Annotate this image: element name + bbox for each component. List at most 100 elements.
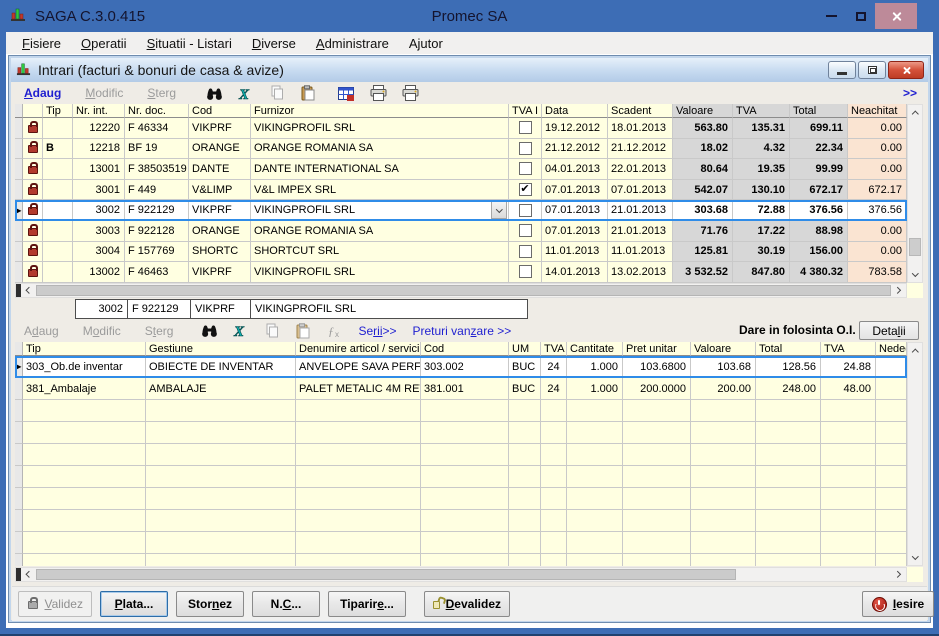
tiparire-button[interactable]: Tiparire... [328, 591, 406, 617]
menu-fisiere[interactable]: Fisiere [12, 34, 71, 53]
menu-operatii[interactable]: Operatii [71, 34, 137, 53]
scrollbar-thumb[interactable] [909, 238, 921, 256]
menu-diverse[interactable]: Diverse [242, 34, 306, 53]
column-header-cantitate[interactable]: Cantitate [567, 342, 623, 356]
record-furnizor[interactable]: VIKINGPROFIL SRL [250, 300, 527, 318]
add-invoice-link[interactable]: Adaug [24, 86, 61, 100]
scroll-left-button[interactable] [21, 568, 36, 581]
column-header-neded[interactable]: Neded [876, 342, 907, 356]
scroll-down-button[interactable] [908, 267, 922, 282]
more-options-link[interactable]: >> [903, 86, 917, 100]
intrari-restore-button[interactable] [858, 61, 886, 79]
stornez-button[interactable]: Stornez [176, 591, 244, 617]
table-row[interactable]: 381_AmbalajeAMBALAJEPALET METALIC 4M RET… [15, 378, 907, 400]
close-button[interactable] [875, 3, 917, 29]
column-header-tva[interactable]: TVA [733, 104, 790, 118]
column-header-cod[interactable]: Cod [189, 104, 251, 118]
tva-checkbox[interactable] [519, 224, 532, 237]
plata-button[interactable]: Plata... [100, 591, 168, 617]
intrari-minimize-button[interactable] [828, 61, 856, 79]
scrollbar-track[interactable] [36, 568, 891, 581]
nc-button[interactable]: N.C... [252, 591, 320, 617]
tva-checkbox[interactable] [519, 204, 532, 217]
column-header-nr_doc[interactable]: Nr. doc. [125, 104, 189, 118]
column-header-gestiune[interactable]: Gestiune [146, 342, 296, 356]
scroll-up-button[interactable] [908, 105, 922, 120]
table-row[interactable]: 13002F 46463VIKPRFVIKINGPROFIL SRL14.01.… [15, 262, 907, 283]
tva-checkbox[interactable]: ✔ [519, 183, 532, 196]
column-header-marker[interactable] [15, 104, 23, 118]
search-binoculars-icon[interactable] [206, 86, 223, 101]
tva-checkbox[interactable] [519, 162, 532, 175]
column-header-lock[interactable] [23, 104, 43, 118]
column-header-tip[interactable]: Tip [23, 342, 146, 356]
column-header-neachitat[interactable]: Neachitat [848, 104, 907, 118]
menu-administrare[interactable]: Administrare [306, 34, 399, 53]
column-header-tva_check[interactable]: TVA I [509, 104, 542, 118]
paste-icon[interactable] [295, 323, 311, 339]
column-header-marker[interactable] [15, 342, 23, 356]
devalidez-button[interactable]: Devalidez [424, 591, 510, 617]
lines-vertical-scrollbar[interactable] [907, 342, 923, 566]
scroll-up-button[interactable] [908, 343, 922, 358]
scroll-right-button[interactable] [891, 284, 906, 297]
table-row[interactable]: 3004F 157769SHORTCSHORTCUT SRL11.01.2013… [15, 242, 907, 263]
tva-checkbox[interactable] [519, 265, 532, 278]
validez-button[interactable]: Validez [18, 591, 92, 617]
delete-line-link[interactable]: Sterg [145, 324, 174, 338]
grid-columns-icon[interactable] [338, 86, 355, 101]
tva-checkbox[interactable] [519, 245, 532, 258]
table-row[interactable]: ▶303_Ob.de inventarOBIECTE DE INVENTARAN… [15, 356, 907, 378]
column-header-nr_int[interactable]: Nr. int. [73, 104, 125, 118]
column-header-valoare[interactable]: Valoare [673, 104, 733, 118]
print-alt-icon[interactable] [402, 85, 419, 101]
invoices-vertical-scrollbar[interactable] [907, 104, 923, 283]
menu-situatii-listari[interactable]: Situatii - Listari [137, 34, 242, 53]
paste-icon[interactable] [300, 85, 316, 101]
table-row[interactable]: ▶3002F 922129VIKPRFVIKINGPROFIL SRL07.01… [15, 200, 907, 221]
table-row[interactable]: 12220F 46334VIKPRFVIKINGPROFIL SRL19.12.… [15, 118, 907, 139]
copy-icon[interactable] [269, 85, 285, 101]
column-header-tva[interactable]: TVA [541, 342, 567, 356]
print-icon[interactable] [370, 85, 387, 101]
column-header-um[interactable]: UM [509, 342, 541, 356]
detalii-button[interactable]: Detalii [859, 321, 919, 340]
scrollbar-thumb[interactable] [36, 285, 891, 296]
column-header-valoare[interactable]: Valoare [691, 342, 756, 356]
modify-invoice-link[interactable]: Modific [85, 86, 123, 100]
scroll-right-button[interactable] [891, 568, 906, 581]
tva-checkbox[interactable] [519, 121, 532, 134]
table-row[interactable]: 3001F 449V&LIMPV&L IMPEX SRL✔07.01.20130… [15, 180, 907, 201]
excel-export-icon[interactable]: X [238, 86, 254, 101]
search-binoculars-icon[interactable] [201, 323, 218, 338]
iesire-button[interactable]: Iesire [862, 591, 934, 617]
tva-checkbox[interactable] [519, 142, 532, 155]
column-header-tva2[interactable]: TVA [821, 342, 876, 356]
menu-ajutor[interactable]: Ajutor [399, 34, 453, 53]
scrollbar-track[interactable] [908, 358, 922, 550]
record-cod[interactable]: VIKPRF [190, 300, 250, 318]
scroll-left-button[interactable] [21, 284, 36, 297]
column-header-pret_unitar[interactable]: Pret unitar [623, 342, 691, 356]
scroll-down-button[interactable] [908, 550, 922, 565]
preturi-vanzare-link[interactable]: Preturi vanzare >> [413, 324, 512, 338]
supplier-dropdown-button[interactable] [491, 201, 507, 219]
column-header-total[interactable]: Total [790, 104, 848, 118]
column-header-data[interactable]: Data [542, 104, 608, 118]
scrollbar-track[interactable] [908, 120, 922, 267]
copy-icon[interactable] [264, 323, 280, 339]
table-row[interactable]: B12218BF 19ORANGEORANGE ROMANIA SA21.12.… [15, 139, 907, 160]
column-header-furnizor[interactable]: Furnizor [251, 104, 509, 118]
record-nr-doc[interactable]: F 922129 [127, 300, 190, 318]
scrollbar-track[interactable] [36, 284, 891, 297]
column-header-denumire[interactable]: Denumire articol / serviciu [296, 342, 421, 356]
serii-link[interactable]: Serii>> [358, 324, 396, 338]
excel-export-icon[interactable]: X [233, 323, 249, 338]
table-row[interactable]: 13001F 38503519DANTEDANTE INTERNATIONAL … [15, 159, 907, 180]
scrollbar-thumb[interactable] [36, 569, 736, 580]
lines-horizontal-scrollbar[interactable] [15, 567, 907, 582]
intrari-close-button[interactable] [888, 61, 924, 79]
column-header-tip[interactable]: Tip [43, 104, 73, 118]
delete-invoice-link[interactable]: Sterg [147, 86, 176, 100]
maximize-button[interactable] [846, 3, 875, 29]
